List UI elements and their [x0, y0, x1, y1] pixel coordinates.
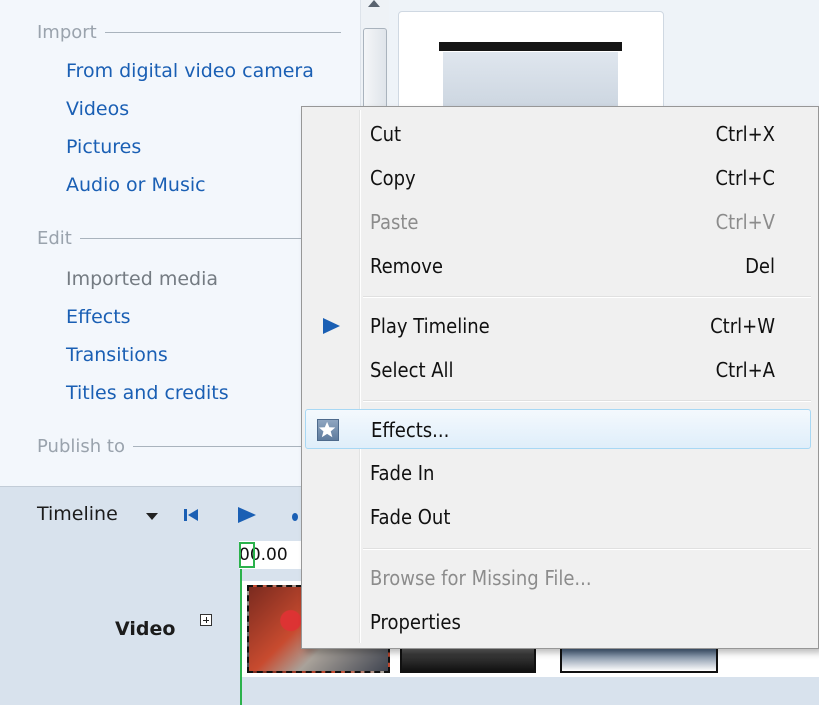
edit-header-label: Edit: [37, 227, 72, 249]
menu-item-shortcut: Ctrl+A: [715, 358, 775, 382]
menu-item-shortcut: Ctrl+X: [715, 122, 775, 146]
import-videos-link[interactable]: Videos: [66, 98, 129, 120]
menu-item-label: Paste: [370, 210, 419, 234]
menu-separator: [363, 548, 811, 550]
menu-item-label: Copy: [370, 166, 416, 190]
menu-item-label: Fade Out: [370, 505, 451, 529]
menu-item-shortcut: Del: [745, 254, 775, 278]
import-header-rule: [104, 31, 341, 33]
skip-to-start-icon[interactable]: [183, 507, 201, 523]
context-menu: Cut Ctrl+X Copy Ctrl+C Paste Ctrl+V Remo…: [301, 106, 819, 649]
menu-item-paste: Paste Ctrl+V: [305, 202, 811, 242]
star-icon: [317, 419, 339, 441]
menu-item-effects[interactable]: Effects...: [305, 409, 811, 449]
edit-section-header: Edit: [37, 226, 340, 250]
menu-item-label: Remove: [370, 254, 443, 278]
menu-item-label: Play Timeline: [370, 314, 490, 338]
play-icon: [323, 318, 340, 334]
scroll-up-icon[interactable]: [368, 0, 380, 7]
play-icon[interactable]: [236, 506, 258, 524]
edit-transitions-link[interactable]: Transitions: [66, 344, 168, 366]
import-header-label: Import: [37, 21, 97, 43]
menu-item-cut[interactable]: Cut Ctrl+X: [305, 114, 811, 154]
menu-item-shortcut: Ctrl+C: [715, 166, 775, 190]
menu-item-label: Select All: [370, 358, 454, 382]
timeline-view-label[interactable]: Timeline: [37, 503, 118, 525]
menu-separator: [363, 400, 811, 402]
menu-item-label: Properties: [370, 610, 461, 634]
preview-frame-bar: [439, 42, 622, 51]
expand-track-icon[interactable]: [200, 614, 212, 626]
menu-item-shortcut: Ctrl+V: [715, 210, 775, 234]
edit-imported-media-link: Imported media: [66, 268, 219, 290]
menu-item-remove[interactable]: Remove Del: [305, 246, 811, 286]
menu-item-label: Fade In: [370, 461, 435, 485]
menu-item-fade-in[interactable]: Fade In: [305, 453, 811, 493]
menu-item-select-all[interactable]: Select All Ctrl+A: [305, 350, 811, 390]
edit-titles-link[interactable]: Titles and credits: [66, 382, 229, 404]
publish-header-label: Publish to: [37, 435, 125, 457]
menu-item-shortcut: Ctrl+W: [710, 314, 775, 338]
menu-item-label: Cut: [370, 122, 402, 146]
menu-item-fade-out[interactable]: Fade Out: [305, 497, 811, 537]
menu-item-play-timeline[interactable]: Play Timeline Ctrl+W: [305, 306, 811, 346]
import-section-header: Import: [37, 20, 341, 44]
menu-separator: [363, 296, 811, 298]
import-pictures-link[interactable]: Pictures: [66, 136, 141, 158]
video-track-label: Video: [115, 618, 176, 640]
playhead-marker[interactable]: [239, 542, 255, 568]
import-from-camera-link[interactable]: From digital video camera: [66, 60, 314, 82]
edit-effects-link[interactable]: Effects: [66, 306, 131, 328]
import-audio-link[interactable]: Audio or Music: [66, 174, 206, 196]
menu-item-properties[interactable]: Properties: [305, 602, 811, 642]
publish-section-header: Publish to: [37, 434, 333, 458]
menu-item-label: Effects...: [371, 418, 450, 442]
menu-item-browse-missing-file: Browse for Missing File...: [305, 558, 811, 598]
toolbar-overflow-icon[interactable]: [292, 513, 298, 521]
chevron-down-icon[interactable]: [146, 513, 158, 520]
menu-item-copy[interactable]: Copy Ctrl+C: [305, 158, 811, 198]
menu-item-label: Browse for Missing File...: [370, 566, 592, 590]
